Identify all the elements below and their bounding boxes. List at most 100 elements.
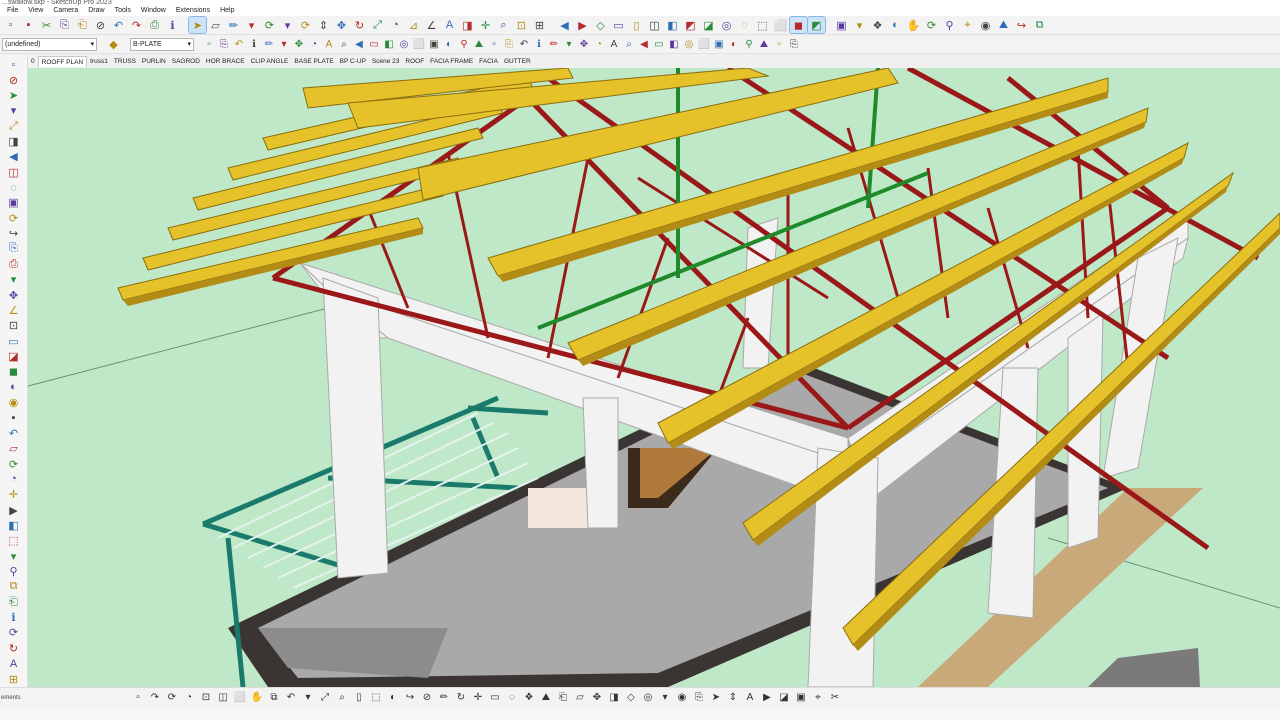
scene-tab[interactable]: SAGROD (169, 56, 203, 67)
3d-text-icon[interactable]: ▱ (2, 441, 26, 456)
position-camera-icon[interactable]: ⌖ (959, 17, 976, 33)
style-tool-icon[interactable]: ⎘ (787, 37, 801, 53)
style-tool-icon[interactable]: ⌕ (337, 37, 351, 53)
text-icon[interactable]: ▪ (2, 410, 26, 425)
bottom-tool-icon[interactable]: ▾ (657, 690, 673, 706)
bottom-tool-icon[interactable]: ⊘ (419, 690, 435, 706)
arc-icon[interactable]: ⟳ (2, 211, 26, 226)
scene-tab[interactable]: 0 (28, 56, 38, 67)
tape-icon[interactable]: ⊿ (405, 17, 422, 33)
scene-tab[interactable]: GUTTER (501, 56, 534, 67)
zoom-extents-icon[interactable]: ⊞ (531, 17, 548, 33)
bottom-tool-icon[interactable]: ⇕ (725, 690, 741, 706)
model-viewport[interactable] (28, 68, 1280, 687)
select-icon[interactable]: ▫ (2, 57, 26, 72)
style-tool-icon[interactable]: ◧ (382, 37, 396, 53)
style-tool-icon[interactable]: ⎘ (217, 37, 231, 53)
style-tool-icon[interactable]: ◎ (682, 37, 696, 53)
move-icon[interactable]: ▾ (2, 272, 26, 287)
scale-icon[interactable]: ⤢ (369, 17, 386, 33)
bottom-tool-icon[interactable]: ✋ (249, 690, 265, 706)
pie-icon[interactable]: ⎙ (2, 257, 26, 272)
style-tool-icon[interactable]: ⬜ (412, 37, 426, 53)
bottom-tool-icon[interactable]: ⎗ (555, 690, 571, 706)
style-tool-icon[interactable]: ℹ (532, 37, 546, 53)
bottom-tool-icon[interactable]: ◨ (606, 690, 622, 706)
iso-icon[interactable]: ◇ (592, 17, 609, 33)
bottom-tool-icon[interactable]: ◫ (215, 690, 231, 706)
style-tool-icon[interactable]: ◎ (397, 37, 411, 53)
protractor-icon[interactable]: ∠ (423, 17, 440, 33)
bottom-tool-icon[interactable]: ▣ (793, 690, 809, 706)
arc2-icon[interactable]: ↪ (2, 226, 26, 241)
style-tool-icon[interactable]: ▣ (427, 37, 441, 53)
pencil-icon[interactable]: ✏ (225, 17, 242, 33)
front-icon[interactable]: ▯ (628, 17, 645, 33)
bottom-tool-icon[interactable]: A (742, 690, 758, 706)
bottom-tool-icon[interactable]: ⛰ (538, 690, 554, 706)
back-edges-icon[interactable]: ◌ (736, 17, 753, 33)
save-icon[interactable]: ▪ (20, 17, 37, 33)
bottom-tool-icon[interactable]: ⤢ (317, 690, 333, 706)
style-tool-icon[interactable]: ▫ (202, 37, 216, 53)
styles-icon[interactable]: ◐ (887, 17, 904, 33)
style-tool-icon[interactable]: ⚲ (742, 37, 756, 53)
style-tool-icon[interactable]: ◀ (352, 37, 366, 53)
rectangle-icon[interactable]: ◀ (2, 149, 26, 164)
look-around-icon[interactable]: ◉ (977, 17, 994, 33)
bottom-icon[interactable]: ◪ (700, 17, 717, 33)
material-combo[interactable]: B-PLATE ▾ (130, 38, 194, 51)
offset-icon[interactable]: ◪ (2, 349, 26, 364)
warehouse-purple-icon[interactable]: ↻ (2, 641, 26, 656)
position-camera-icon[interactable]: ⬚ (2, 533, 26, 548)
section-icon[interactable]: ◨ (459, 17, 476, 33)
style-tool-icon[interactable]: ⎘ (502, 37, 516, 53)
scene-tab[interactable]: FACIA (476, 56, 501, 67)
section-plane-icon[interactable]: ⧉ (2, 579, 26, 594)
zoom-icon[interactable]: ⌕ (495, 17, 512, 33)
eraser-icon[interactable]: ▱ (207, 17, 224, 33)
warehouse-green-icon[interactable]: ℹ (2, 610, 26, 625)
scene-tab[interactable]: Scene 23 (369, 56, 402, 67)
scene-tab[interactable]: TRUSS (111, 56, 139, 67)
style-tool-icon[interactable]: A (322, 37, 336, 53)
sandbox-icon[interactable]: ⊞ (2, 671, 26, 686)
wireframe-icon[interactable]: ⬚ (754, 17, 771, 33)
style-tool-icon[interactable]: A (607, 37, 621, 53)
style-tool-icon[interactable]: ▫ (487, 37, 501, 53)
scene-tab[interactable]: BASE PLATE (291, 56, 336, 67)
follow-me-icon[interactable]: ↪ (1013, 17, 1030, 33)
offset-icon[interactable]: ⧉ (1031, 17, 1048, 33)
style-tool-icon[interactable]: ▭ (367, 37, 381, 53)
menu-item-help[interactable]: Help (215, 6, 239, 16)
walk-icon[interactable]: ▾ (2, 549, 26, 564)
menu-item-tools[interactable]: Tools (110, 6, 136, 16)
bottom-tool-icon[interactable]: ⟳ (164, 690, 180, 706)
circle-icon[interactable]: ◌ (2, 180, 26, 195)
copy-icon[interactable]: ⎘ (56, 17, 73, 33)
bottom-tool-icon[interactable]: ✛ (470, 690, 486, 706)
erase-icon[interactable]: ⊘ (92, 17, 109, 33)
style-tool-icon[interactable]: ℹ (247, 37, 261, 53)
menu-item-draw[interactable]: Draw (83, 6, 109, 16)
zoom-extents-icon[interactable]: ◧ (2, 518, 26, 533)
style-tool-icon[interactable]: ✥ (292, 37, 306, 53)
style-tool-icon[interactable]: ◐ (727, 37, 741, 53)
follow-me-icon[interactable]: ⊡ (2, 318, 26, 333)
bottom-tool-icon[interactable]: ➤ (708, 690, 724, 706)
bottom-tool-icon[interactable]: ↶ (283, 690, 299, 706)
warehouse-red-icon[interactable]: ⎗ (2, 595, 26, 610)
bottom-tool-icon[interactable]: ▾ (300, 690, 316, 706)
dropdown-icon[interactable]: ▾ (243, 17, 260, 33)
orbit-icon[interactable]: ⟳ (923, 17, 940, 33)
xray-icon[interactable]: ◎ (718, 17, 735, 33)
style-tool-icon[interactable]: ✏ (262, 37, 276, 53)
style-tool-icon[interactable]: ⌕ (622, 37, 636, 53)
style-tool-icon[interactable]: ⬜ (697, 37, 711, 53)
left-icon[interactable]: ◩ (682, 17, 699, 33)
dropdown-icon[interactable]: ▾ (851, 17, 868, 33)
orbit-icon[interactable]: ⟳ (297, 17, 314, 33)
scene-tab[interactable]: BP C-UP (337, 56, 369, 67)
bottom-tool-icon[interactable]: ✂ (827, 690, 843, 706)
new-file-icon[interactable]: ▫ (2, 17, 19, 33)
